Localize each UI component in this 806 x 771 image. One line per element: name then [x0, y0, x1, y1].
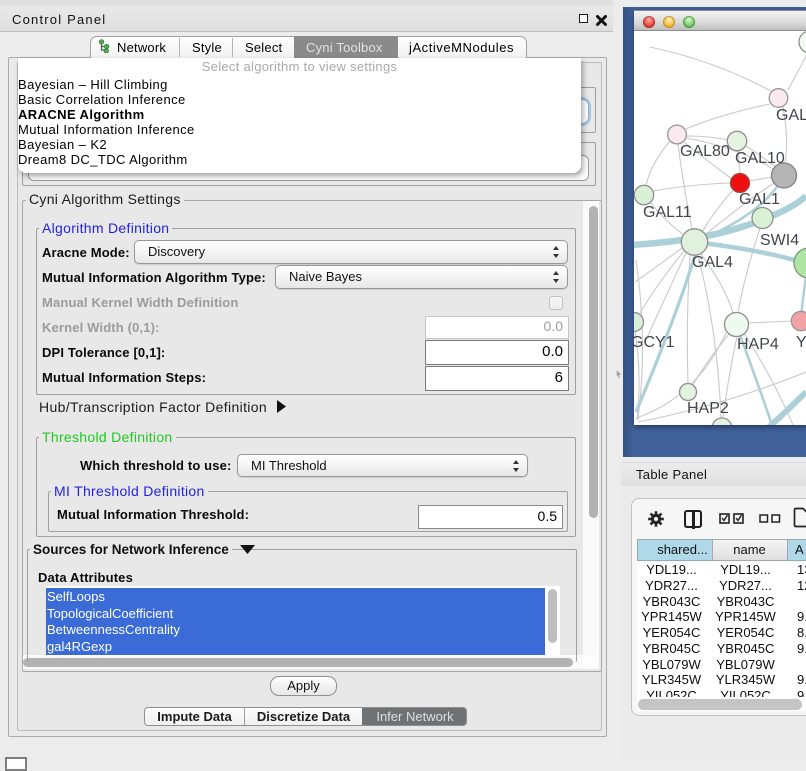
svg-text:GAL80: GAL80	[680, 143, 730, 160]
svg-text:GAL7: GAL7	[776, 107, 806, 124]
svg-text:HAP2: HAP2	[687, 400, 729, 417]
svg-text:SWI4: SWI4	[760, 232, 799, 249]
svg-text:GAL4: GAL4	[692, 254, 733, 271]
svg-text:HAP4: HAP4	[737, 336, 779, 353]
svg-text:GCY1: GCY1	[634, 334, 675, 351]
svg-text:GAL11: GAL11	[643, 204, 692, 221]
svg-text:GAL1: GAL1	[739, 191, 780, 208]
svg-text:Y: Y	[796, 334, 806, 351]
svg-text:GAL10: GAL10	[735, 150, 785, 167]
